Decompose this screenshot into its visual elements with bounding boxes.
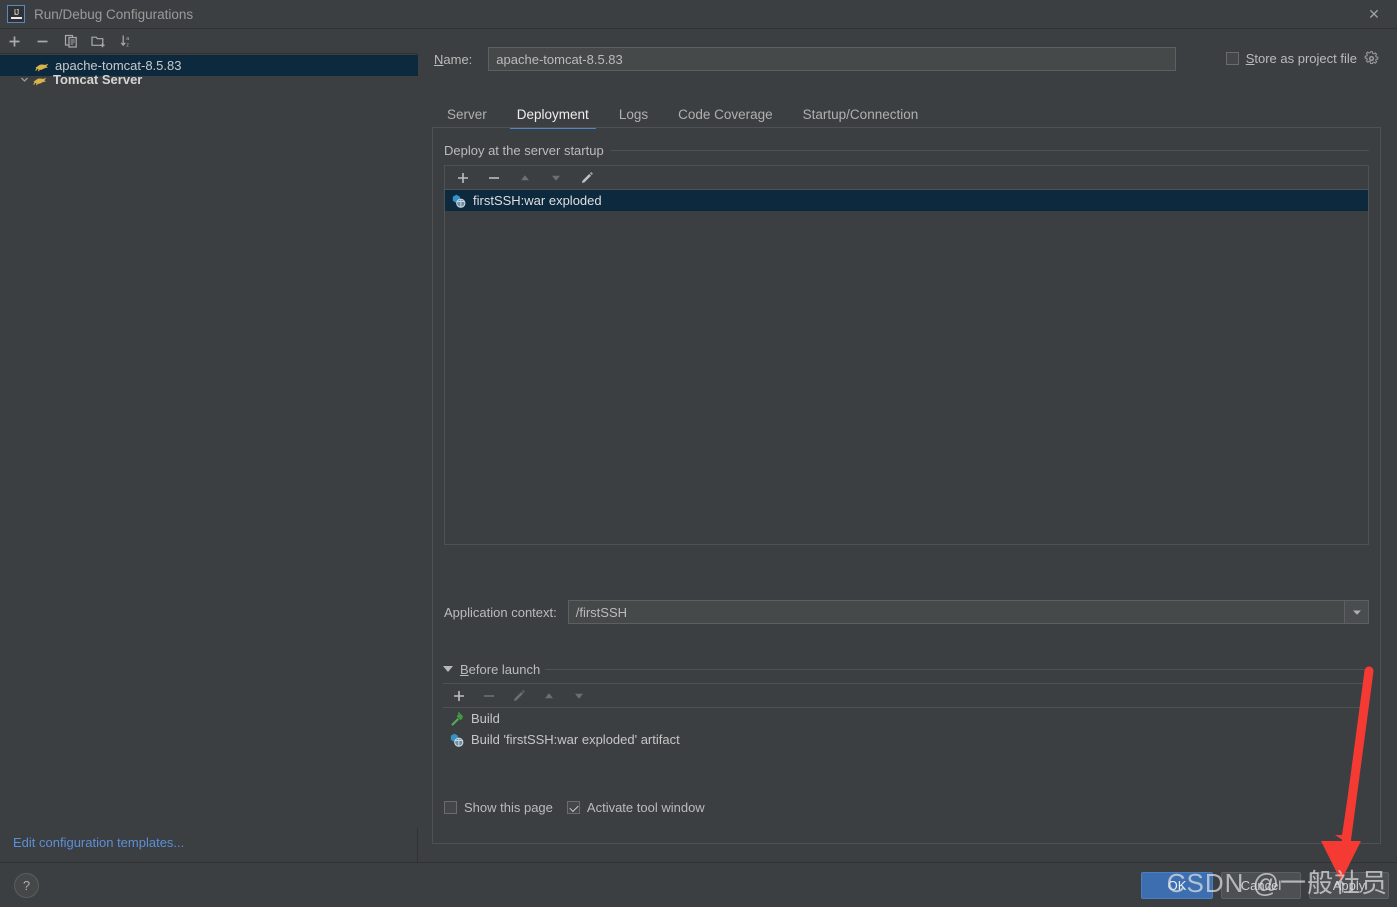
before-launch-label-rest: efore launch — [468, 661, 541, 677]
checkbox-box[interactable] — [566, 801, 580, 814]
folder-add-icon[interactable] — [90, 33, 107, 50]
list-item[interactable]: Build — [443, 708, 1369, 729]
copy-configuration-button[interactable] — [62, 33, 79, 50]
activate-tool-window-checkbox[interactable]: Activate tool window — [566, 800, 705, 815]
edit-configuration-templates-link[interactable]: Edit configuration templates... — [13, 835, 184, 850]
artifact-icon — [449, 732, 465, 748]
tree-group-label: Tomcat Server — [53, 72, 143, 87]
tree-group-tomcat-server[interactable]: Tomcat Server — [11, 69, 407, 90]
before-launch-toolbar — [443, 684, 1369, 708]
list-item[interactable]: Build 'firstSSH:war exploded' artifact — [443, 729, 1369, 750]
name-label-rest: ame: — [443, 51, 473, 67]
remove-configuration-button[interactable] — [34, 33, 51, 50]
before-launch-task-list[interactable]: Build Build 'firstSSH:war exploded' arti… — [443, 708, 1369, 770]
triangle-down-icon[interactable] — [443, 666, 453, 672]
store-as-project-file-row[interactable]: Store as project file — [1225, 51, 1379, 66]
group-divider — [545, 668, 1369, 670]
cancel-button[interactable]: Cancel — [1221, 872, 1301, 899]
application-context-row: Application context: /firstSSH — [444, 600, 1369, 624]
checkbox-box[interactable] — [444, 801, 457, 814]
move-up-button[interactable] — [517, 170, 532, 185]
editor-tabs: Server Deployment Logs Code Coverage Sta… — [432, 102, 933, 129]
before-launch-mnemonic: B — [460, 661, 469, 677]
chevron-down-icon[interactable] — [17, 75, 32, 84]
sort-az-icon[interactable]: a z — [118, 33, 135, 50]
tab-deployment[interactable]: Deployment — [502, 102, 604, 129]
intellij-idea-icon: IJ — [7, 5, 25, 23]
artifact-icon — [451, 193, 467, 209]
name-input[interactable] — [488, 47, 1177, 71]
dialog-footer: ? OK Cancel Apply — [0, 862, 1397, 907]
build-hammer-icon — [449, 711, 465, 727]
remove-before-launch-task-button — [481, 688, 496, 703]
list-item-label: Build — [471, 711, 500, 726]
activate-tool-window-label: Activate tool window — [586, 800, 705, 815]
help-button[interactable]: ? — [14, 873, 39, 898]
name-label-mnemonic: N — [434, 51, 444, 67]
chevron-down-icon[interactable] — [1344, 601, 1368, 623]
tomcat-icon — [32, 72, 48, 88]
before-launch-list-panel: Build Build 'firstSSH:war exploded' arti… — [443, 683, 1369, 770]
add-artifact-button[interactable] — [455, 170, 470, 185]
before-launch-label: Before launch — [460, 662, 540, 677]
show-this-page-label: Show this page — [464, 800, 553, 815]
editor-options-row: Show this page Activate tool window — [444, 800, 705, 815]
svg-text:z: z — [126, 42, 129, 48]
deploy-list-panel: firstSSH:war exploded — [444, 165, 1369, 545]
move-task-up-button — [541, 688, 556, 703]
edit-before-launch-task-button — [511, 688, 526, 703]
configurations-tree[interactable]: Tomcat Server apache-tomcat-8.5.83 — [0, 55, 418, 828]
store-as-project-file-checkbox[interactable] — [1225, 52, 1239, 65]
list-item-label: firstSSH:war exploded — [473, 193, 602, 208]
close-icon[interactable]: ✕ — [1351, 0, 1397, 28]
ok-button[interactable]: OK — [1141, 872, 1213, 899]
store-label-rest: tore as project file — [1254, 51, 1357, 66]
list-item-label: Build 'firstSSH:war exploded' artifact — [471, 732, 680, 747]
list-item[interactable]: firstSSH:war exploded — [445, 190, 1368, 211]
apply-button[interactable]: Apply — [1309, 872, 1389, 899]
add-before-launch-task-button[interactable] — [451, 688, 466, 703]
gear-icon[interactable] — [1364, 51, 1379, 66]
window-titlebar: IJ Run/Debug Configurations ✕ — [0, 0, 1397, 29]
tab-startup-connection[interactable]: Startup/Connection — [788, 102, 934, 129]
group-divider — [609, 149, 1369, 151]
add-configuration-button[interactable] — [6, 33, 23, 50]
name-row: Name: — [434, 47, 1177, 71]
edit-artifact-button[interactable] — [579, 170, 594, 185]
deploy-at-startup-group: Deploy at the server startup firstSSH:wa… — [444, 142, 1369, 545]
tab-logs[interactable]: Logs — [604, 102, 663, 129]
tab-server[interactable]: Server — [432, 102, 502, 129]
remove-artifact-button[interactable] — [486, 170, 501, 185]
move-task-down-button — [571, 688, 586, 703]
move-down-button[interactable] — [548, 170, 563, 185]
sidebar-toolbar: a z — [0, 29, 418, 54]
window-title: Run/Debug Configurations — [34, 6, 194, 22]
store-as-project-file-label: Store as project file — [1246, 51, 1357, 66]
application-context-label: Application context: — [444, 604, 557, 620]
before-launch-header[interactable]: Before launch — [443, 661, 1369, 677]
application-context-value[interactable]: /firstSSH — [569, 605, 1344, 620]
before-launch-section: Before launch Build Build 'firstSSH:war … — [443, 661, 1369, 770]
configuration-editor-pane: Name: Store as project file Server Deplo… — [419, 29, 1397, 862]
application-context-combo[interactable]: /firstSSH — [567, 600, 1369, 624]
deploy-list-body[interactable]: firstSSH:war exploded — [445, 190, 1368, 544]
deploy-list-toolbar — [445, 166, 1368, 190]
name-label: Name: — [434, 52, 472, 67]
svg-text:a: a — [126, 36, 130, 42]
deployment-tab-content: Deploy at the server startup firstSSH:wa… — [432, 127, 1381, 844]
deploy-group-header: Deploy at the server startup — [444, 142, 1369, 158]
show-this-page-checkbox[interactable]: Show this page — [444, 800, 553, 815]
tab-code-coverage[interactable]: Code Coverage — [663, 102, 788, 129]
configurations-sidebar: a z Tomcat Server apache-tomcat-8.5.83 E… — [0, 29, 418, 862]
deploy-group-title: Deploy at the server startup — [444, 142, 604, 158]
